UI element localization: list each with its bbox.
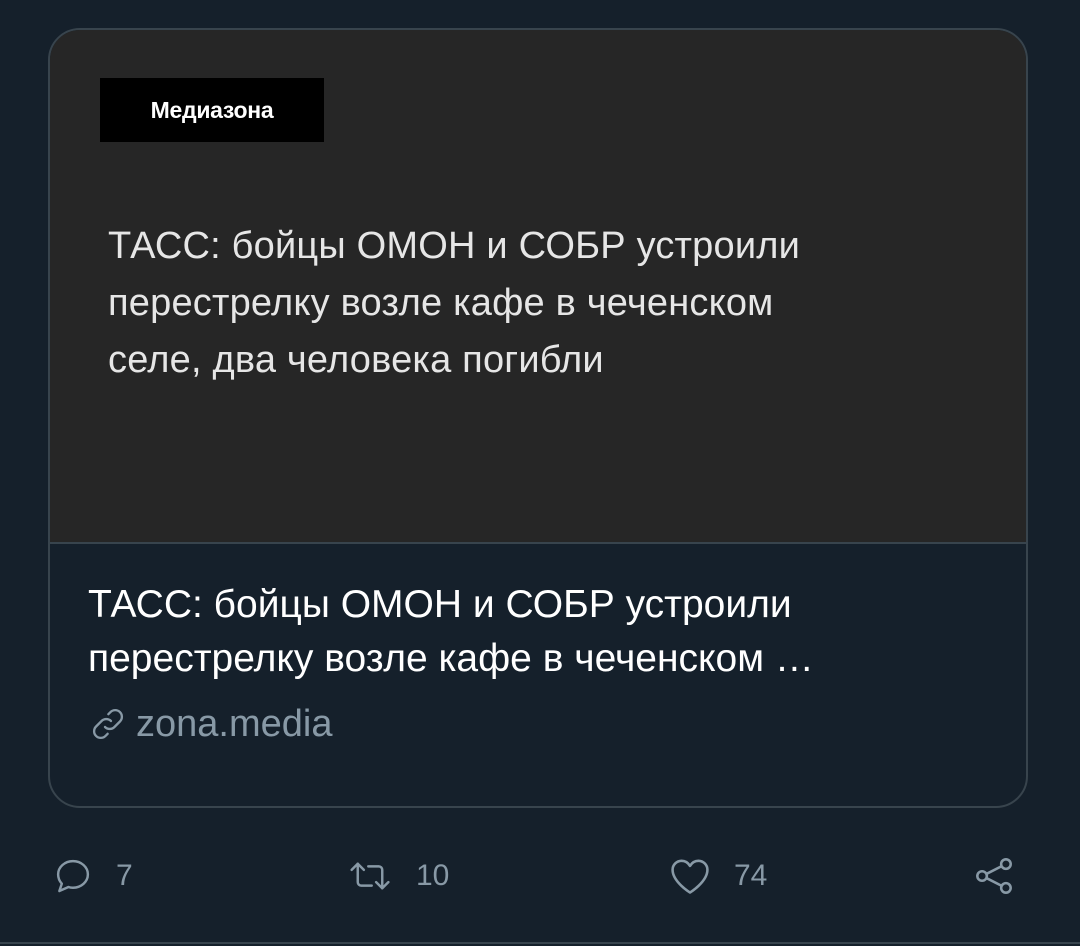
preview-image[interactable]: Медиазона ТАСС: бойцы ОМОН и СОБР устрои… (50, 30, 1026, 542)
bottom-divider (0, 942, 1080, 944)
link-preview-card[interactable]: Медиазона ТАСС: бойцы ОМОН и СОБР устрои… (48, 28, 1028, 808)
mediazona-logo: Медиазона (100, 78, 324, 142)
like-button[interactable]: 74 (668, 846, 767, 906)
card-title-line: перестрелку возле кафе в чеченском … (88, 637, 814, 680)
like-count: 74 (734, 859, 768, 892)
retweet-button[interactable]: 10 (346, 846, 449, 906)
reply-count: 7 (116, 859, 133, 892)
card-domain[interactable]: zona.media (88, 702, 988, 746)
card-title[interactable]: ТАСС: бойцы ОМОН и СОБР устроили перестр… (88, 578, 988, 686)
retweet-icon (350, 862, 390, 890)
image-headline-line: селе, два человека погибли (108, 339, 604, 381)
retweet-count: 10 (416, 859, 450, 892)
reply-icon (56, 859, 90, 893)
heart-icon (671, 859, 709, 894)
card-title-line: ТАСС: бойцы ОМОН и СОБР устроили (88, 583, 792, 626)
card-text[interactable]: ТАСС: бойцы ОМОН и СОБР устроили перестр… (88, 578, 988, 746)
card-divider (50, 542, 1026, 544)
card-domain-text: zona.media (136, 703, 333, 745)
image-headline-line: перестрелку возле кафе в чеченском (108, 282, 774, 324)
image-headline: ТАСС: бойцы ОМОН и СОБР устроили перестр… (108, 218, 988, 389)
share-icon (976, 858, 1012, 894)
tweet-actions: 7 10 74 (52, 846, 1032, 906)
image-headline-line: ТАСС: бойцы ОМОН и СОБР устроили (108, 225, 801, 267)
reply-button[interactable]: 7 (52, 846, 133, 906)
link-icon (93, 709, 123, 739)
tweet-view: Медиазона ТАСС: бойцы ОМОН и СОБР устрои… (0, 0, 1080, 946)
share-button[interactable] (972, 846, 1016, 906)
